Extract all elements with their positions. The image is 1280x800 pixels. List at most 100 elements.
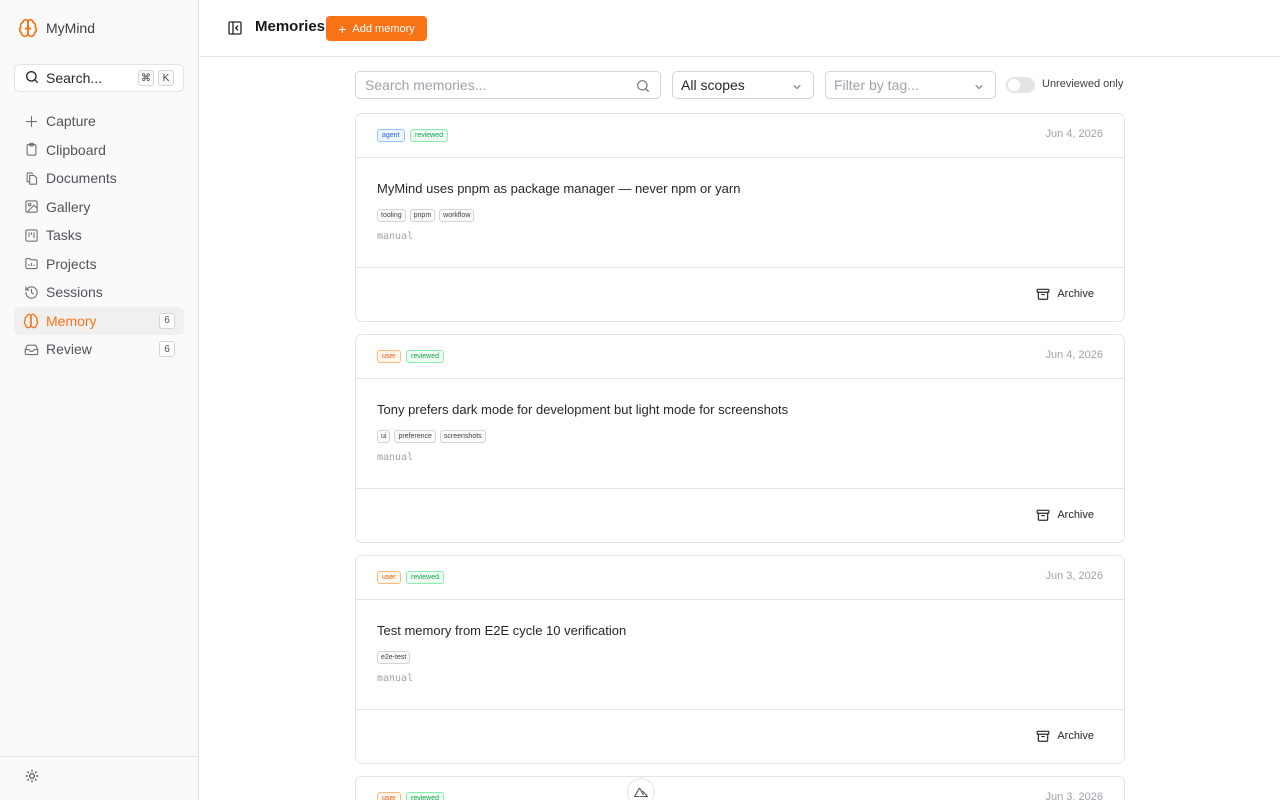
chevron-down-icon [973,80,985,96]
memory-source: manual [377,452,414,463]
sidebar-toggle-icon[interactable] [227,20,243,36]
tag-list: ui preference screenshots [377,430,490,443]
inbox-icon [23,341,39,357]
sun-icon[interactable] [25,769,39,783]
search-icon [635,78,651,97]
memory-search-input[interactable] [365,77,625,93]
archive-button[interactable]: Archive [1036,287,1094,301]
unreviewed-toggle[interactable] [1006,77,1035,93]
sidebar-item-documents[interactable]: Documents [14,164,184,193]
count-badge: 6 [159,312,175,329]
sidebar-item-memory[interactable]: Memory 6 [14,306,184,335]
count-badge: 6 [159,341,175,357]
memory-card: agent reviewed Jun 4, 2026 MyMind uses p… [355,113,1125,322]
tag-chip: e2e-test [377,651,411,664]
memory-card-body: MyMind uses pnpm as package manager — ne… [356,158,1124,268]
brain-logo-icon [18,18,38,38]
memory-date: Jun 4, 2026 [1045,349,1104,361]
scope-badge: user [377,792,401,800]
tag-list: tooling pnpm workflow [377,209,478,222]
tag-list: e2e-test [377,651,414,664]
sidebar-nav: Capture Clipboard Documents Gallery Task… [14,107,184,364]
memory-card: user reviewed Jun 3, 2026 [355,776,1125,800]
memory-card-footer: Archive [356,268,1124,321]
archive-icon [1036,287,1050,301]
sidebar-item-label: Documents [46,170,117,187]
memory-text: MyMind uses pnpm as package manager — ne… [377,181,741,196]
memory-card-body: Test memory from E2E cycle 10 verificati… [356,600,1124,710]
tag-chip: tooling [377,209,406,222]
sidebar-item-label: Projects [46,255,97,272]
scope-badge: user [377,350,401,363]
toggle-knob [1008,79,1020,91]
plus-icon [23,113,39,129]
memory-source: manual [377,673,414,684]
add-memory-button[interactable]: + Add memory [326,16,427,41]
status-badge: reviewed [406,792,445,800]
history-icon [23,284,39,300]
archive-icon [1036,508,1050,522]
sidebar-search[interactable]: Search... ⌘ K [14,64,184,92]
search-label: Search... [46,70,103,86]
unreviewed-toggle-label: Unreviewed only [1042,78,1124,90]
sidebar-item-review[interactable]: Review 6 [14,335,184,364]
plus-icon: + [338,20,347,37]
archive-label: Archive [1057,730,1094,742]
sidebar-item-label: Sessions [46,284,103,301]
kanban-icon [23,227,39,243]
memory-text: Tony prefers dark mode for development b… [377,402,789,417]
tag-chip: pnpm [409,209,436,222]
chevron-down-icon [791,80,803,96]
archive-label: Archive [1057,509,1094,521]
clipboard-icon [23,142,39,158]
brain-icon [23,313,39,329]
scope-badge: agent [377,129,405,142]
archive-button[interactable]: Archive [1036,729,1094,743]
sidebar-item-label: Tasks [46,227,82,244]
archive-icon [1036,729,1050,743]
sidebar-footer [0,756,199,800]
memory-card-footer: Archive [356,710,1124,763]
sidebar-item-gallery[interactable]: Gallery [14,193,184,222]
scope-select[interactable]: All scopes [672,71,814,99]
status-badge: reviewed [406,350,445,363]
sidebar-item-label: Review [46,341,92,358]
page-header: Memories + Add memory [200,0,1280,57]
memory-date: Jun 4, 2026 [1045,128,1104,140]
status-badge: reviewed [410,129,449,142]
sidebar-item-label: Memory [46,312,97,329]
archive-button[interactable]: Archive [1036,508,1094,522]
tag-chip: workflow [439,209,475,222]
page-title: Memories [255,18,326,35]
sidebar-item-sessions[interactable]: Sessions [14,278,184,307]
memory-card: user reviewed Jun 3, 2026 Test memory fr… [355,555,1125,764]
image-icon [23,199,39,215]
sidebar-item-label: Gallery [46,198,91,215]
folder-icon [23,256,39,272]
scope-select-value: All scopes [681,77,745,93]
tag-filter-placeholder: Filter by tag... [834,77,919,93]
sidebar-item-clipboard[interactable]: Clipboard [14,136,184,165]
memory-card-header: user reviewed Jun 3, 2026 [356,777,1124,800]
sidebar: MyMind Search... ⌘ K Capture Clipboard D… [0,0,199,800]
sidebar-item-tasks[interactable]: Tasks [14,221,184,250]
sidebar-item-label: Clipboard [46,141,106,158]
memory-search-field[interactable] [355,71,661,99]
scope-badge: user [377,571,401,584]
tag-chip: ui [377,430,391,443]
sidebar-item-label: Capture [46,113,96,130]
tag-chip: preference [394,430,436,443]
status-badge: reviewed [406,571,445,584]
memory-card: user reviewed Jun 4, 2026 Tony prefers d… [355,334,1125,543]
memory-date: Jun 3, 2026 [1045,791,1104,800]
add-memory-label: Add memory [352,22,415,35]
brand[interactable]: MyMind [18,17,95,39]
memory-text: Test memory from E2E cycle 10 verificati… [377,623,627,638]
shortcut-key-cmd: ⌘ [138,70,154,86]
sidebar-item-capture[interactable]: Capture [14,107,184,136]
tag-filter-select[interactable]: Filter by tag... [825,71,996,99]
memory-card-footer: Archive [356,489,1124,542]
sidebar-item-projects[interactable]: Projects [14,250,184,279]
nuxt-devtools-icon[interactable] [627,778,655,800]
memory-card-header: user reviewed Jun 3, 2026 [356,556,1124,600]
